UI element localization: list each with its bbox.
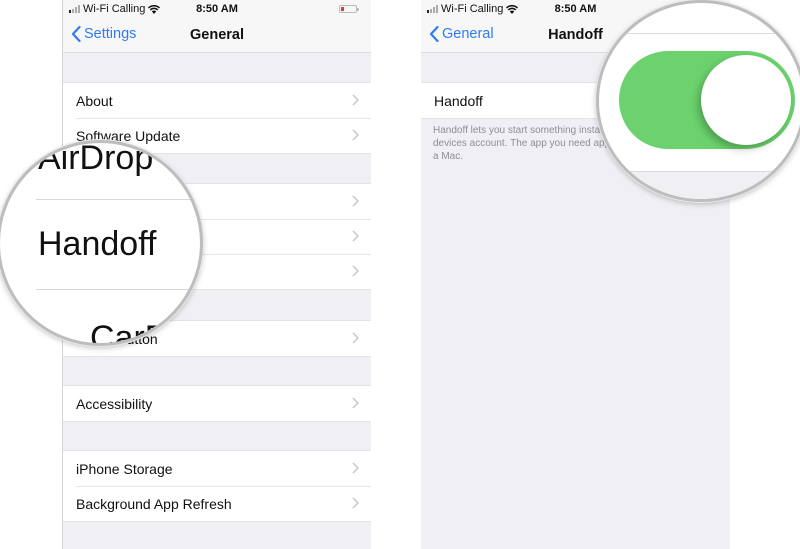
magnifier-toggle	[596, 0, 800, 202]
chevron-right-icon	[352, 332, 359, 344]
back-label: General	[442, 26, 494, 42]
navigation-bar: Settings General	[63, 20, 371, 53]
back-label: Settings	[84, 26, 137, 42]
list-item-label: iPhone Storage	[76, 460, 173, 477]
chevron-right-icon	[352, 195, 359, 207]
battery-level	[341, 7, 344, 11]
handoff-toggle-switch[interactable]	[619, 51, 795, 149]
settings-group-4: Accessibility	[63, 385, 371, 422]
magnifier-handoff: AirDrop Handoff CarPlay	[0, 140, 203, 346]
status-time: 8:50 AM	[196, 3, 238, 15]
list-item-label: Background App Refresh	[76, 495, 232, 512]
list-item-accessibility[interactable]: Accessibility	[63, 386, 371, 421]
settings-group-5: iPhone Storage Background App Refresh	[63, 450, 371, 522]
chevron-left-icon	[429, 26, 439, 42]
magnified-carplay-label: CarPlay	[90, 319, 203, 346]
divider	[36, 199, 200, 200]
list-item-label: About	[76, 92, 113, 109]
chevron-right-icon	[352, 497, 359, 509]
chevron-left-icon	[71, 26, 81, 42]
chevron-right-icon	[352, 265, 359, 277]
list-item-iphone-storage[interactable]: iPhone Storage	[63, 451, 371, 486]
chevron-right-icon	[352, 129, 359, 141]
battery-icon	[339, 5, 359, 13]
magnified-airdrop-label: AirDrop	[38, 140, 154, 177]
chevron-right-icon	[352, 230, 359, 242]
list-item-about[interactable]: About	[63, 83, 371, 118]
magnified-handoff-label[interactable]: Handoff	[38, 225, 156, 264]
toggle-knob[interactable]	[701, 55, 791, 145]
status-bar: Wi-Fi Calling 8:50 AM	[63, 0, 371, 20]
chevron-right-icon	[352, 94, 359, 106]
back-button-settings[interactable]: Settings	[71, 26, 136, 42]
divider	[599, 33, 800, 34]
background-fill	[599, 172, 800, 199]
chevron-right-icon	[352, 462, 359, 474]
chevron-right-icon	[352, 397, 359, 409]
list-item-background-app-refresh[interactable]: Background App Refresh	[63, 486, 371, 521]
list-item-label: Accessibility	[76, 395, 153, 412]
divider	[36, 289, 200, 290]
handoff-label: Handoff	[434, 92, 483, 109]
back-button-general[interactable]: General	[429, 26, 494, 42]
